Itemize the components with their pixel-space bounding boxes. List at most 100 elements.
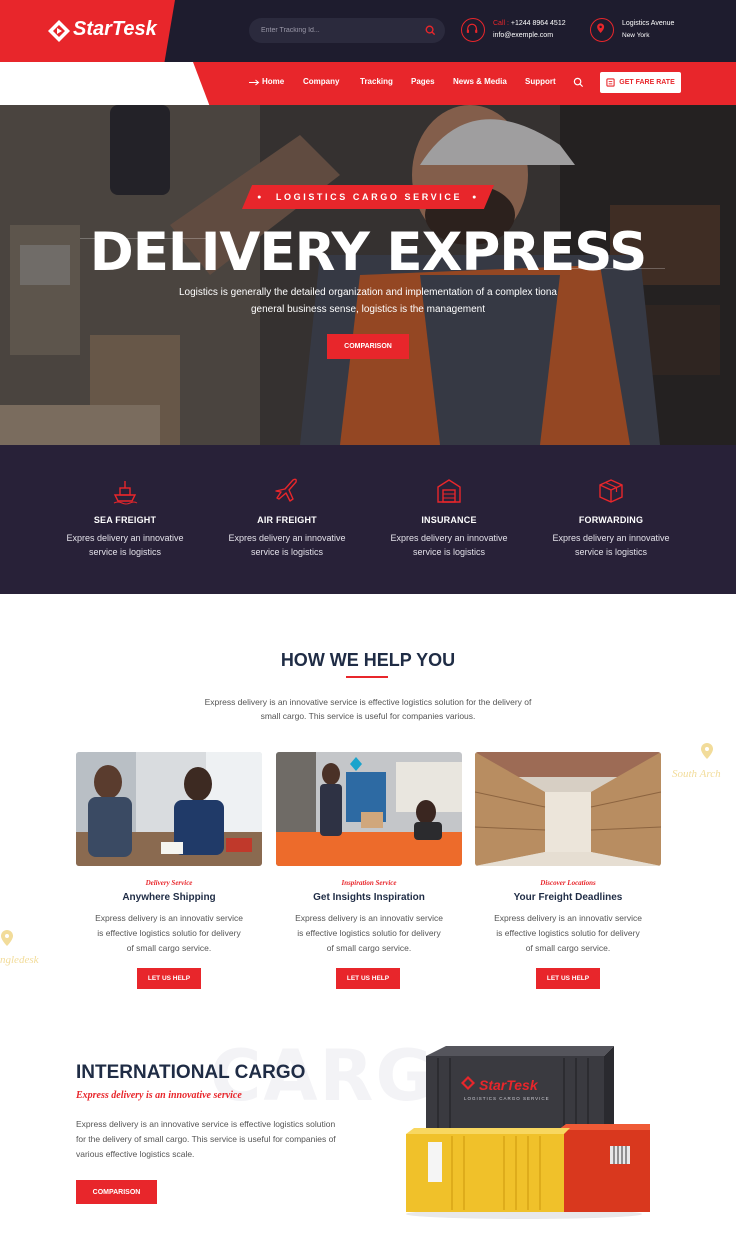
- headset-icon: [461, 18, 485, 42]
- service-text-line1: Expres delivery an innovative: [66, 533, 184, 543]
- service-sea-freight[interactable]: SEA FREIGHT Expres delivery an innovativ…: [44, 477, 206, 559]
- service-text-line1: Expres delivery an innovative: [390, 533, 508, 543]
- tracking-input[interactable]: [261, 24, 421, 37]
- hero-subtitle: Logistics is generally the detailed orga…: [140, 284, 596, 318]
- nav-tracking[interactable]: Tracking: [360, 77, 393, 86]
- card-text: Express delivery is an innovativ service…: [276, 911, 462, 956]
- address-line-1: Logistics Avenue: [622, 20, 675, 27]
- photo-warehouse-counter: [276, 752, 462, 866]
- address-line-2: New York: [622, 32, 650, 39]
- card-title[interactable]: Your Freight Deadlines: [475, 892, 661, 903]
- plane-icon: [275, 478, 297, 502]
- service-text-line2: service is logistics: [412, 547, 486, 557]
- card-image-freight-deadlines[interactable]: [475, 752, 661, 866]
- intl-text-line2: for the delivery of small cargo. This se…: [76, 1134, 336, 1144]
- service-forwarding[interactable]: FORWARDING Expres delivery an innovative…: [530, 477, 692, 559]
- hero-ribbon: ● LOGISTICS CARGO SERVICE ●: [242, 185, 494, 209]
- card-text: Express delivery is an innovativ service…: [475, 911, 661, 956]
- card-text-line3: of small cargo service.: [525, 943, 611, 953]
- map-watermark-right: South Arch: [672, 768, 721, 780]
- help-section-subtitle: Express delivery is an innovative servic…: [190, 695, 546, 723]
- card-title[interactable]: Anywhere Shipping: [76, 892, 262, 903]
- card-title[interactable]: Get Insights Inspiration: [276, 892, 462, 903]
- service-insurance[interactable]: INSURANCE Expres delivery an innovative s…: [368, 477, 530, 559]
- logo-icon[interactable]: [47, 19, 71, 43]
- service-air-freight[interactable]: AIR FREIGHT Expres delivery an innovativ…: [206, 477, 368, 559]
- nav-home[interactable]: Home: [262, 77, 284, 86]
- photo-warehouse-boxes: [475, 752, 661, 866]
- let-us-help-button[interactable]: LET US HELP: [336, 968, 400, 989]
- card-text-line2: is effective logistics solutio for deliv…: [496, 928, 640, 938]
- help-subtitle-line1: Express delivery is an innovative servic…: [204, 697, 532, 707]
- card-caption: Discover Locations: [540, 879, 596, 887]
- card-text-line2: is effective logistics solutio for deliv…: [97, 928, 241, 938]
- help-subtitle-line2: small cargo. This service is useful for …: [260, 711, 476, 721]
- map-watermark-left: ngledesk: [0, 954, 39, 966]
- nav-support[interactable]: Support: [525, 77, 556, 86]
- intl-comparison-button[interactable]: COMPARISON: [76, 1180, 157, 1204]
- service-title: AIR FREIGHT: [257, 515, 317, 525]
- hero-title: DELIVERY EXPRESS: [89, 222, 648, 283]
- card-text-line1: Express delivery is an innovativ service: [295, 913, 443, 923]
- hero-comparison-button[interactable]: COMPARISON: [327, 334, 409, 359]
- nav-company[interactable]: Company: [303, 77, 339, 86]
- intl-text-line1: Express delivery is an innovative servic…: [76, 1119, 336, 1129]
- tracking-search: [249, 18, 445, 43]
- let-us-help-button[interactable]: LET US HELP: [137, 968, 201, 989]
- card-text-line2: is effective logistics solutio for deliv…: [297, 928, 441, 938]
- map-pin-decor-icon: [701, 743, 713, 759]
- service-title: FORWARDING: [578, 515, 644, 525]
- service-text: Expres delivery an innovative service is …: [44, 531, 206, 559]
- intl-subtitle: Express delivery is an innovative servic…: [76, 1090, 242, 1101]
- get-fare-rate-button[interactable]: GET FARE RATE: [600, 72, 681, 93]
- intl-text: Express delivery is an innovative servic…: [76, 1117, 340, 1162]
- photo-customer-service: [76, 752, 262, 866]
- card-text: Express delivery is an innovativ service…: [76, 911, 262, 956]
- search-icon[interactable]: [424, 24, 437, 37]
- let-us-help-button[interactable]: LET US HELP: [536, 968, 600, 989]
- title-underline: [346, 676, 388, 678]
- intl-title: INTERNATIONAL CARGO: [76, 1062, 306, 1083]
- nav-news-media[interactable]: News & Media: [453, 77, 507, 86]
- service-text-line2: service is logistics: [574, 547, 648, 557]
- service-title: SEA FREIGHT: [93, 515, 157, 525]
- phone-number[interactable]: +1244 8964 4512: [511, 20, 566, 27]
- service-text: Expres delivery an innovative service is …: [206, 531, 368, 559]
- hero-subtitle-line1: Logistics is generally the detailed orga…: [178, 287, 557, 298]
- nav-search-icon[interactable]: [573, 77, 584, 88]
- service-text-line1: Expres delivery an innovative: [552, 533, 670, 543]
- ship-icon: [113, 481, 138, 505]
- service-text-line2: service is logistics: [88, 547, 162, 557]
- card-text-line3: of small cargo service.: [326, 943, 412, 953]
- email[interactable]: info@exemple.com: [493, 30, 566, 42]
- location-pin-icon: [590, 18, 614, 42]
- hero-subtitle-line2: general business sense, logistics is the…: [250, 304, 486, 315]
- container-tag: LOGISTICS CARGO SERVICE: [464, 1096, 550, 1101]
- card-caption: Delivery Service: [145, 879, 193, 887]
- help-section-title: HOW WE HELP YOU: [280, 650, 456, 670]
- arrow-right-icon: [249, 79, 260, 86]
- call-label: Call :: [493, 20, 509, 27]
- page: StarTesk Call : +1244 8964 4512 info@exe…: [0, 0, 736, 1251]
- hero-ribbon-text: LOGISTICS CARGO SERVICE: [275, 192, 463, 202]
- service-text-line1: Expres delivery an innovative: [228, 533, 346, 543]
- card-caption: Inspiration Service: [341, 879, 397, 887]
- containers-illustration: StarTesk LOGISTICS CARGO SERVICE: [406, 1046, 650, 1219]
- box-icon: [599, 479, 623, 503]
- card-text-line1: Express delivery is an innovativ service: [494, 913, 642, 923]
- card-text-line3: of small cargo service.: [126, 943, 212, 953]
- logo-text[interactable]: StarTesk: [73, 18, 157, 41]
- service-title: INSURANCE: [421, 515, 477, 525]
- card-image-insights[interactable]: [276, 752, 462, 866]
- warehouse-icon: [437, 479, 461, 503]
- calculator-icon: [606, 78, 615, 87]
- service-text-line2: service is logistics: [250, 547, 324, 557]
- map-pin-decor-left-icon: [1, 930, 13, 946]
- service-text: Expres delivery an innovative service is …: [530, 531, 692, 559]
- contact-info: Call : +1244 8964 4512 info@exemple.com: [493, 18, 566, 42]
- service-text: Expres delivery an innovative service is …: [368, 531, 530, 559]
- card-image-anywhere-shipping[interactable]: [76, 752, 262, 866]
- intl-text-line3: various effective logistics scale.: [76, 1149, 195, 1159]
- nav-pages[interactable]: Pages: [411, 77, 435, 86]
- container-brand: StarTesk: [479, 1077, 539, 1093]
